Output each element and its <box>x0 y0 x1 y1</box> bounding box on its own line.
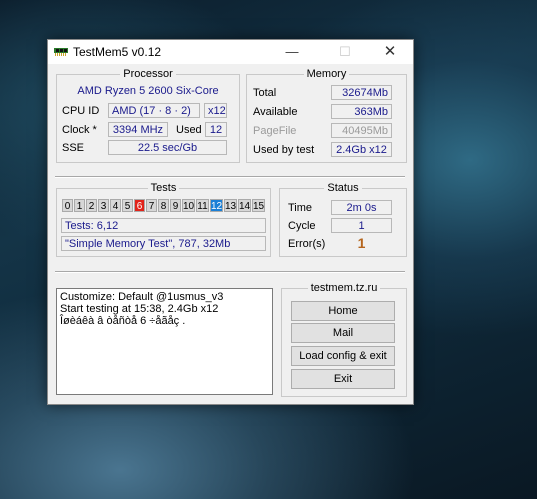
exit-button[interactable]: Exit <box>291 369 395 389</box>
load-config-exit-button[interactable]: Load config & exit <box>291 346 395 366</box>
test-cell-7: 7 <box>146 199 157 212</box>
site-label: testmem.tz.ru <box>307 282 381 294</box>
memory-group: Memory Total 32674Mb Available 363Mb Pag… <box>246 68 407 163</box>
usedby-value: 2.4Gb x12 <box>331 142 392 157</box>
test-cell-1: 1 <box>74 199 85 212</box>
test-cell-0: 0 <box>62 199 73 212</box>
log-line: Customize: Default @1usmus_v3 <box>60 291 224 303</box>
test-cell-3: 3 <box>98 199 109 212</box>
cpuid-value: AMD (17 · 8 · 2) <box>108 103 200 118</box>
log-line: Start testing at 15:38, 2.4Gb x12 <box>60 303 219 315</box>
testmem-window: TestMem5 v0.12 — ☐ ✕ Processor AMD Ryzen… <box>47 39 414 405</box>
minimize-icon[interactable]: — <box>274 40 310 64</box>
time-label: Time <box>288 202 313 214</box>
memory-group-label: Memory <box>303 68 350 80</box>
test-cell-10: 10 <box>182 199 195 212</box>
available-label: Available <box>253 106 298 118</box>
test-cell-8: 8 <box>158 199 169 212</box>
mail-button[interactable]: Mail <box>291 323 395 343</box>
test-cell-2: 2 <box>86 199 97 212</box>
cycle-value: 1 <box>331 218 392 233</box>
current-test: "Simple Memory Test", 787, 32Mb <box>61 236 266 251</box>
total-value: 32674Mb <box>331 85 392 100</box>
processor-group-label: Processor <box>120 68 176 80</box>
cpuid-label: CPU ID <box>62 105 100 117</box>
test-cell-4: 4 <box>110 199 121 212</box>
errors-value: 1 <box>357 235 366 251</box>
test-cell-6: 6 <box>134 199 145 212</box>
total-label: Total <box>253 87 277 99</box>
status-group-label: Status <box>324 182 362 194</box>
clock-label: Clock * <box>62 124 97 136</box>
separator-bottom <box>55 271 405 273</box>
threads-value: x12 <box>204 103 227 118</box>
maximize-icon[interactable]: ☐ <box>327 40 363 64</box>
test-cell-12: 12 <box>210 199 223 212</box>
test-cell-5: 5 <box>122 199 133 212</box>
test-cell-11: 11 <box>196 199 209 212</box>
log-textbox[interactable]: Customize: Default @1usmus_v3 Start test… <box>56 288 273 395</box>
processor-group: Processor AMD Ryzen 5 2600 Six-Core CPU … <box>56 68 240 163</box>
cpu-name: AMD Ryzen 5 2600 Six-Core <box>77 85 219 97</box>
used-value: 12 <box>205 122 227 137</box>
pagefile-value: 40495Mb <box>331 123 392 138</box>
test-cell-15: 15 <box>252 199 265 212</box>
status-group: Status Time 2m 0s Cycle 1 Error(s) 1 <box>279 182 407 257</box>
log-line: Îøèáêà â òåñòå 6 ÷åãåç . <box>60 315 186 327</box>
tests-group-label: Tests <box>147 182 180 194</box>
sse-label: SSE <box>62 142 85 154</box>
available-value: 363Mb <box>331 104 392 119</box>
clock-value: 3394 MHz <box>108 122 168 137</box>
tests-summary: Tests: 6,12 <box>61 218 266 233</box>
errors-label: Error(s) <box>288 238 326 250</box>
used-label: Used <box>176 124 202 136</box>
separator-top <box>55 176 405 178</box>
close-icon[interactable]: ✕ <box>372 40 408 64</box>
usedby-label: Used by test <box>253 144 315 156</box>
home-button[interactable]: Home <box>291 301 395 321</box>
window-title: TestMem5 v0.12 <box>73 45 162 59</box>
test-cell-9: 9 <box>170 199 181 212</box>
title-bar[interactable]: TestMem5 v0.12 — ☐ ✕ <box>48 40 413 64</box>
sse-value: 22.5 sec/Gb <box>108 140 227 155</box>
time-value: 2m 0s <box>331 200 392 215</box>
cycle-label: Cycle <box>288 220 316 232</box>
test-cell-13: 13 <box>224 199 237 212</box>
test-cell-14: 14 <box>238 199 251 212</box>
memory-chip-icon <box>54 48 68 56</box>
pagefile-label: PageFile <box>253 125 297 137</box>
